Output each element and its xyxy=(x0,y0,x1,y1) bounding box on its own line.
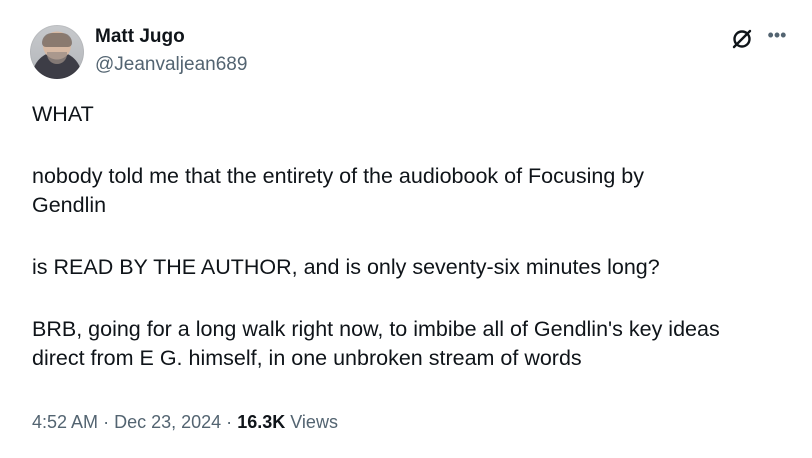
grok-icon[interactable] xyxy=(731,28,753,50)
tweet-date[interactable]: Dec 23, 2024 xyxy=(114,412,221,432)
separator: · xyxy=(226,412,233,432)
tweet-line: nobody told me that the entirety of the … xyxy=(32,164,644,188)
tweet-line: WHAT xyxy=(32,102,94,126)
avatar-hair xyxy=(42,33,72,47)
tweet-line: is READ BY THE AUTHOR, and is only seven… xyxy=(32,255,660,279)
more-options-icon[interactable]: ••• xyxy=(766,26,788,48)
avatar-beard xyxy=(47,52,67,64)
tweet-time[interactable]: 4:52 AM xyxy=(32,412,98,432)
tweet-line: Gendlin xyxy=(32,193,107,217)
views-count[interactable]: 16.3K xyxy=(237,412,285,432)
tweet-meta: 4:52 AM · Dec 23, 2024 · 16.3K Views xyxy=(32,412,338,433)
separator: · xyxy=(103,412,110,432)
views-label: Views xyxy=(290,412,338,432)
tweet-line: BRB, going for a long walk right now, to… xyxy=(32,317,720,341)
tweet-card: Matt Jugo @Jeanvaljean689 ••• WHAT nobod… xyxy=(0,0,812,458)
author-handle[interactable]: @Jeanvaljean689 xyxy=(95,54,247,76)
tweet-text: WHAT nobody told me that the entirety of… xyxy=(32,100,792,373)
avatar[interactable] xyxy=(30,25,84,79)
tweet-line: direct from E G. himself, in one unbroke… xyxy=(32,346,582,370)
author-name[interactable]: Matt Jugo xyxy=(95,26,185,48)
